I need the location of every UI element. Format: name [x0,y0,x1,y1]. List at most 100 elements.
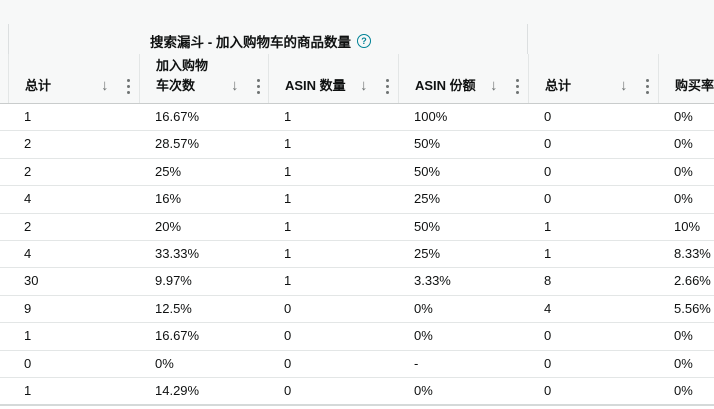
cell-total-impressions: 2 [24,218,32,234]
cell-total-purchases: 0 [544,328,552,344]
column-header-label: 总计 [25,78,52,93]
cell-total-impressions: 1 [24,382,32,398]
cell-total-purchases: 0 [544,191,552,207]
cell-asin-count: 1 [284,191,292,207]
cell-asin-share: 50% [414,136,441,152]
cell-asin-share: 50% [414,163,441,179]
cell-asin-count: 0 [284,328,292,344]
column-menu-icon[interactable] [126,79,130,94]
cell-asin-count: 1 [284,163,292,179]
cell-purchase-rate: 0% [674,382,693,398]
cell-purchase-rate: 10% [674,218,701,234]
cell-cart-add-rate: 28.57% [155,136,200,152]
cell-asin-count: 0 [284,382,292,398]
cell-cart-add-rate: 0% [155,355,174,371]
table-row: 4 16% 1 25% 0 0% [0,186,714,214]
cell-purchase-rate: 0% [674,355,693,371]
column-header-total-purchases[interactable]: 总计 ↓ [528,54,658,103]
cell-total-impressions: 1 [24,109,32,124]
cell-cart-add-rate: 25% [155,163,182,179]
cell-total-impressions: 1 [24,328,32,344]
cell-asin-share: 0% [414,328,433,344]
search-funnel-table: 搜索漏斗 - 加入购物车的商品数量 ? 总计 ↓ 加入购物 车次数 ↓ ASIN… [0,0,714,409]
cell-asin-count: 0 [284,355,292,371]
cell-purchase-rate: 8.33% [674,245,711,261]
cell-asin-share: 0% [414,300,433,316]
column-menu-icon[interactable] [645,79,649,94]
column-header-label: 购买率 [675,78,714,93]
cell-cart-add-rate: 16.67% [155,109,200,124]
cell-total-impressions: 9 [24,300,32,316]
cell-cart-add-rate: 9.97% [155,273,192,289]
cell-asin-count: 1 [284,109,292,124]
table-body: 1 16.67% 1 100% 0 0% 2 28.57% 1 50% 0 0%… [0,104,714,406]
sort-arrow-down-icon[interactable]: ↓ [231,78,239,94]
cell-total-purchases: 0 [544,382,552,398]
question-circle-icon[interactable]: ? [357,34,371,48]
cell-asin-share: - [414,355,419,371]
sort-arrow-down-icon[interactable]: ↓ [360,78,368,94]
cell-cart-add-rate: 16% [155,191,182,207]
cell-asin-share: 25% [414,245,441,261]
cell-total-impressions: 4 [24,191,32,207]
cell-asin-share: 100% [414,109,448,124]
column-header-purchase-rate[interactable]: 购买率 [658,54,714,103]
cell-asin-share: 25% [414,191,441,207]
cell-asin-share: 3.33% [414,273,451,289]
cell-purchase-rate: 2.66% [674,273,711,289]
column-header-asin-count[interactable]: ASIN 数量 ↓ [268,54,398,103]
cell-total-impressions: 2 [24,163,32,179]
column-header-label: ASIN 份额 [415,78,476,93]
cell-purchase-rate: 0% [674,191,693,207]
column-header-label: 总计 [545,78,572,93]
cell-purchase-rate: 0% [674,109,693,124]
cell-asin-share: 0% [414,382,433,398]
cell-total-purchases: 0 [544,163,552,179]
cell-total-purchases: 1 [544,245,552,261]
column-menu-icon[interactable] [385,79,389,94]
cell-total-impressions: 30 [24,273,39,289]
horizontal-scrollbar-track[interactable] [0,404,714,406]
cell-total-purchases: 0 [544,109,552,124]
table-row: 2 25% 1 50% 0 0% [0,159,714,187]
sort-arrow-down-icon[interactable]: ↓ [620,78,628,94]
table-row: 0 0% 0 - 0 0% [0,351,714,378]
cell-asin-share: 50% [414,218,441,234]
column-header-label: ASIN 数量 [285,78,346,93]
sort-arrow-down-icon[interactable]: ↓ [101,78,109,94]
sort-arrow-down-icon[interactable]: ↓ [490,78,498,94]
cell-purchase-rate: 0% [674,136,693,152]
cell-total-impressions: 2 [24,136,32,152]
cell-cart-add-rate: 14.29% [155,382,200,398]
column-header-total-impressions[interactable]: 总计 ↓ [8,54,139,103]
column-header-asin-share[interactable]: ASIN 份额 ↓ [398,54,528,103]
cell-total-purchases: 4 [544,300,552,316]
table-row: 1 16.67% 1 100% 0 0% [0,104,714,132]
table-row: 1 16.67% 0 0% 0 0% [0,323,714,351]
table-row: 2 20% 1 50% 1 10% [0,214,714,241]
table-row: 2 28.57% 1 50% 0 0% [0,131,714,159]
column-header-row: 总计 ↓ 加入购物 车次数 ↓ ASIN 数量 ↓ ASIN 份额 ↓ 总计 ↓… [0,54,714,104]
cell-total-impressions: 4 [24,245,32,261]
cell-total-purchases: 0 [544,355,552,371]
cell-total-purchases: 0 [544,136,552,152]
cell-total-purchases: 8 [544,273,552,289]
cell-cart-add-rate: 16.67% [155,328,200,344]
cell-asin-count: 1 [284,245,292,261]
cell-purchase-rate: 5.56% [674,300,711,316]
column-menu-icon[interactable] [515,79,519,94]
cell-asin-count: 0 [284,300,292,316]
cell-asin-count: 1 [284,218,292,234]
cell-total-purchases: 1 [544,218,552,234]
cell-cart-add-rate: 20% [155,218,182,234]
column-header-cart-add-rate[interactable]: 加入购物 车次数 ↓ [139,54,268,103]
table-row: 4 33.33% 1 25% 1 8.33% [0,241,714,269]
table-row: 9 12.5% 0 0% 4 5.56% [0,296,714,324]
group-title-text: 搜索漏斗 - 加入购物车的商品数量 [150,35,351,50]
cell-cart-add-rate: 33.33% [155,245,200,261]
cell-asin-count: 1 [284,273,292,289]
cell-total-impressions: 0 [24,355,32,371]
group-cell-purchases [527,24,714,54]
group-title: 搜索漏斗 - 加入购物车的商品数量 ? [150,31,371,51]
column-menu-icon[interactable] [256,79,260,94]
